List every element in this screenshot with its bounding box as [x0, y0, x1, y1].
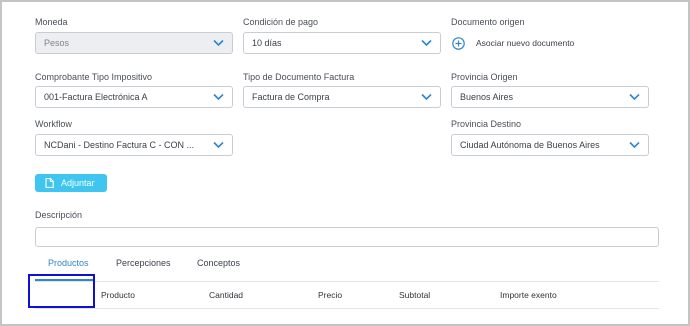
plus-circle-icon[interactable] [452, 36, 465, 50]
adjuntar-button[interactable]: Adjuntar [35, 174, 107, 192]
provincia-destino-value: Ciudad Autónoma de Buenos Aires [460, 140, 600, 150]
descripcion-input[interactable] [35, 227, 659, 247]
moneda-value: Pesos [44, 38, 70, 48]
moneda-select[interactable]: Pesos [35, 32, 233, 54]
workflow-select[interactable]: NCDani - Destino Factura C - CON ... [35, 134, 233, 156]
chevron-down-icon [629, 93, 640, 101]
comprobante-value: 001-Factura Electrónica A [44, 92, 148, 102]
tab-productos[interactable]: Productos [48, 258, 89, 268]
tipo-documento-select[interactable]: Factura de Compra [243, 86, 441, 108]
column-header-producto: Producto [101, 290, 136, 300]
form-panel: Moneda Pesos Condición de pago 10 días D… [0, 0, 690, 326]
chevron-down-icon [213, 39, 224, 47]
column-header-precio: Precio [318, 290, 343, 300]
workflow-value: NCDani - Destino Factura C - CON ... [44, 140, 195, 150]
provincia-destino-label: Provincia Destino [451, 119, 522, 129]
condicion-pago-value: 10 días [252, 38, 282, 48]
descripcion-label: Descripción [35, 210, 83, 220]
chevron-down-icon [421, 39, 432, 47]
column-header-cantidad: Cantidad [209, 290, 244, 300]
column-header-subtotal: Subtotal [399, 290, 431, 300]
asociar-documento-button[interactable]: Asociar nuevo documento [452, 35, 574, 51]
provincia-origen-value: Buenos Aires [460, 92, 514, 102]
condicion-pago-select[interactable]: 10 días [243, 32, 441, 54]
chevron-down-icon [421, 93, 432, 101]
workflow-label: Workflow [35, 119, 72, 129]
documento-origen-label: Documento origen [451, 17, 525, 27]
asociar-documento-label: Asociar nuevo documento [476, 38, 575, 48]
tipo-documento-label: Tipo de Documento Factura [243, 72, 355, 82]
chevron-down-icon [213, 141, 224, 149]
provincia-destino-select[interactable]: Ciudad Autónoma de Buenos Aires [451, 134, 649, 156]
chevron-down-icon [213, 93, 224, 101]
adjuntar-label: Adjuntar [61, 178, 95, 188]
chevron-down-icon [629, 141, 640, 149]
condicion-pago-label: Condición de pago [243, 17, 319, 27]
moneda-label: Moneda [35, 17, 68, 27]
tabs-divider [35, 281, 659, 282]
tab-conceptos[interactable]: Conceptos [197, 258, 240, 268]
comprobante-label: Comprobante Tipo Impositivo [35, 72, 153, 82]
comprobante-select[interactable]: 001-Factura Electrónica A [35, 86, 233, 108]
file-icon [45, 178, 54, 188]
provincia-origen-label: Provincia Origen [451, 72, 518, 82]
column-header-importe-exento: Importe exento [500, 290, 557, 300]
table-divider [35, 308, 659, 309]
tipo-documento-value: Factura de Compra [252, 92, 330, 102]
highlight-box [28, 274, 95, 308]
provincia-origen-select[interactable]: Buenos Aires [451, 86, 649, 108]
tab-percepciones[interactable]: Percepciones [116, 258, 171, 268]
